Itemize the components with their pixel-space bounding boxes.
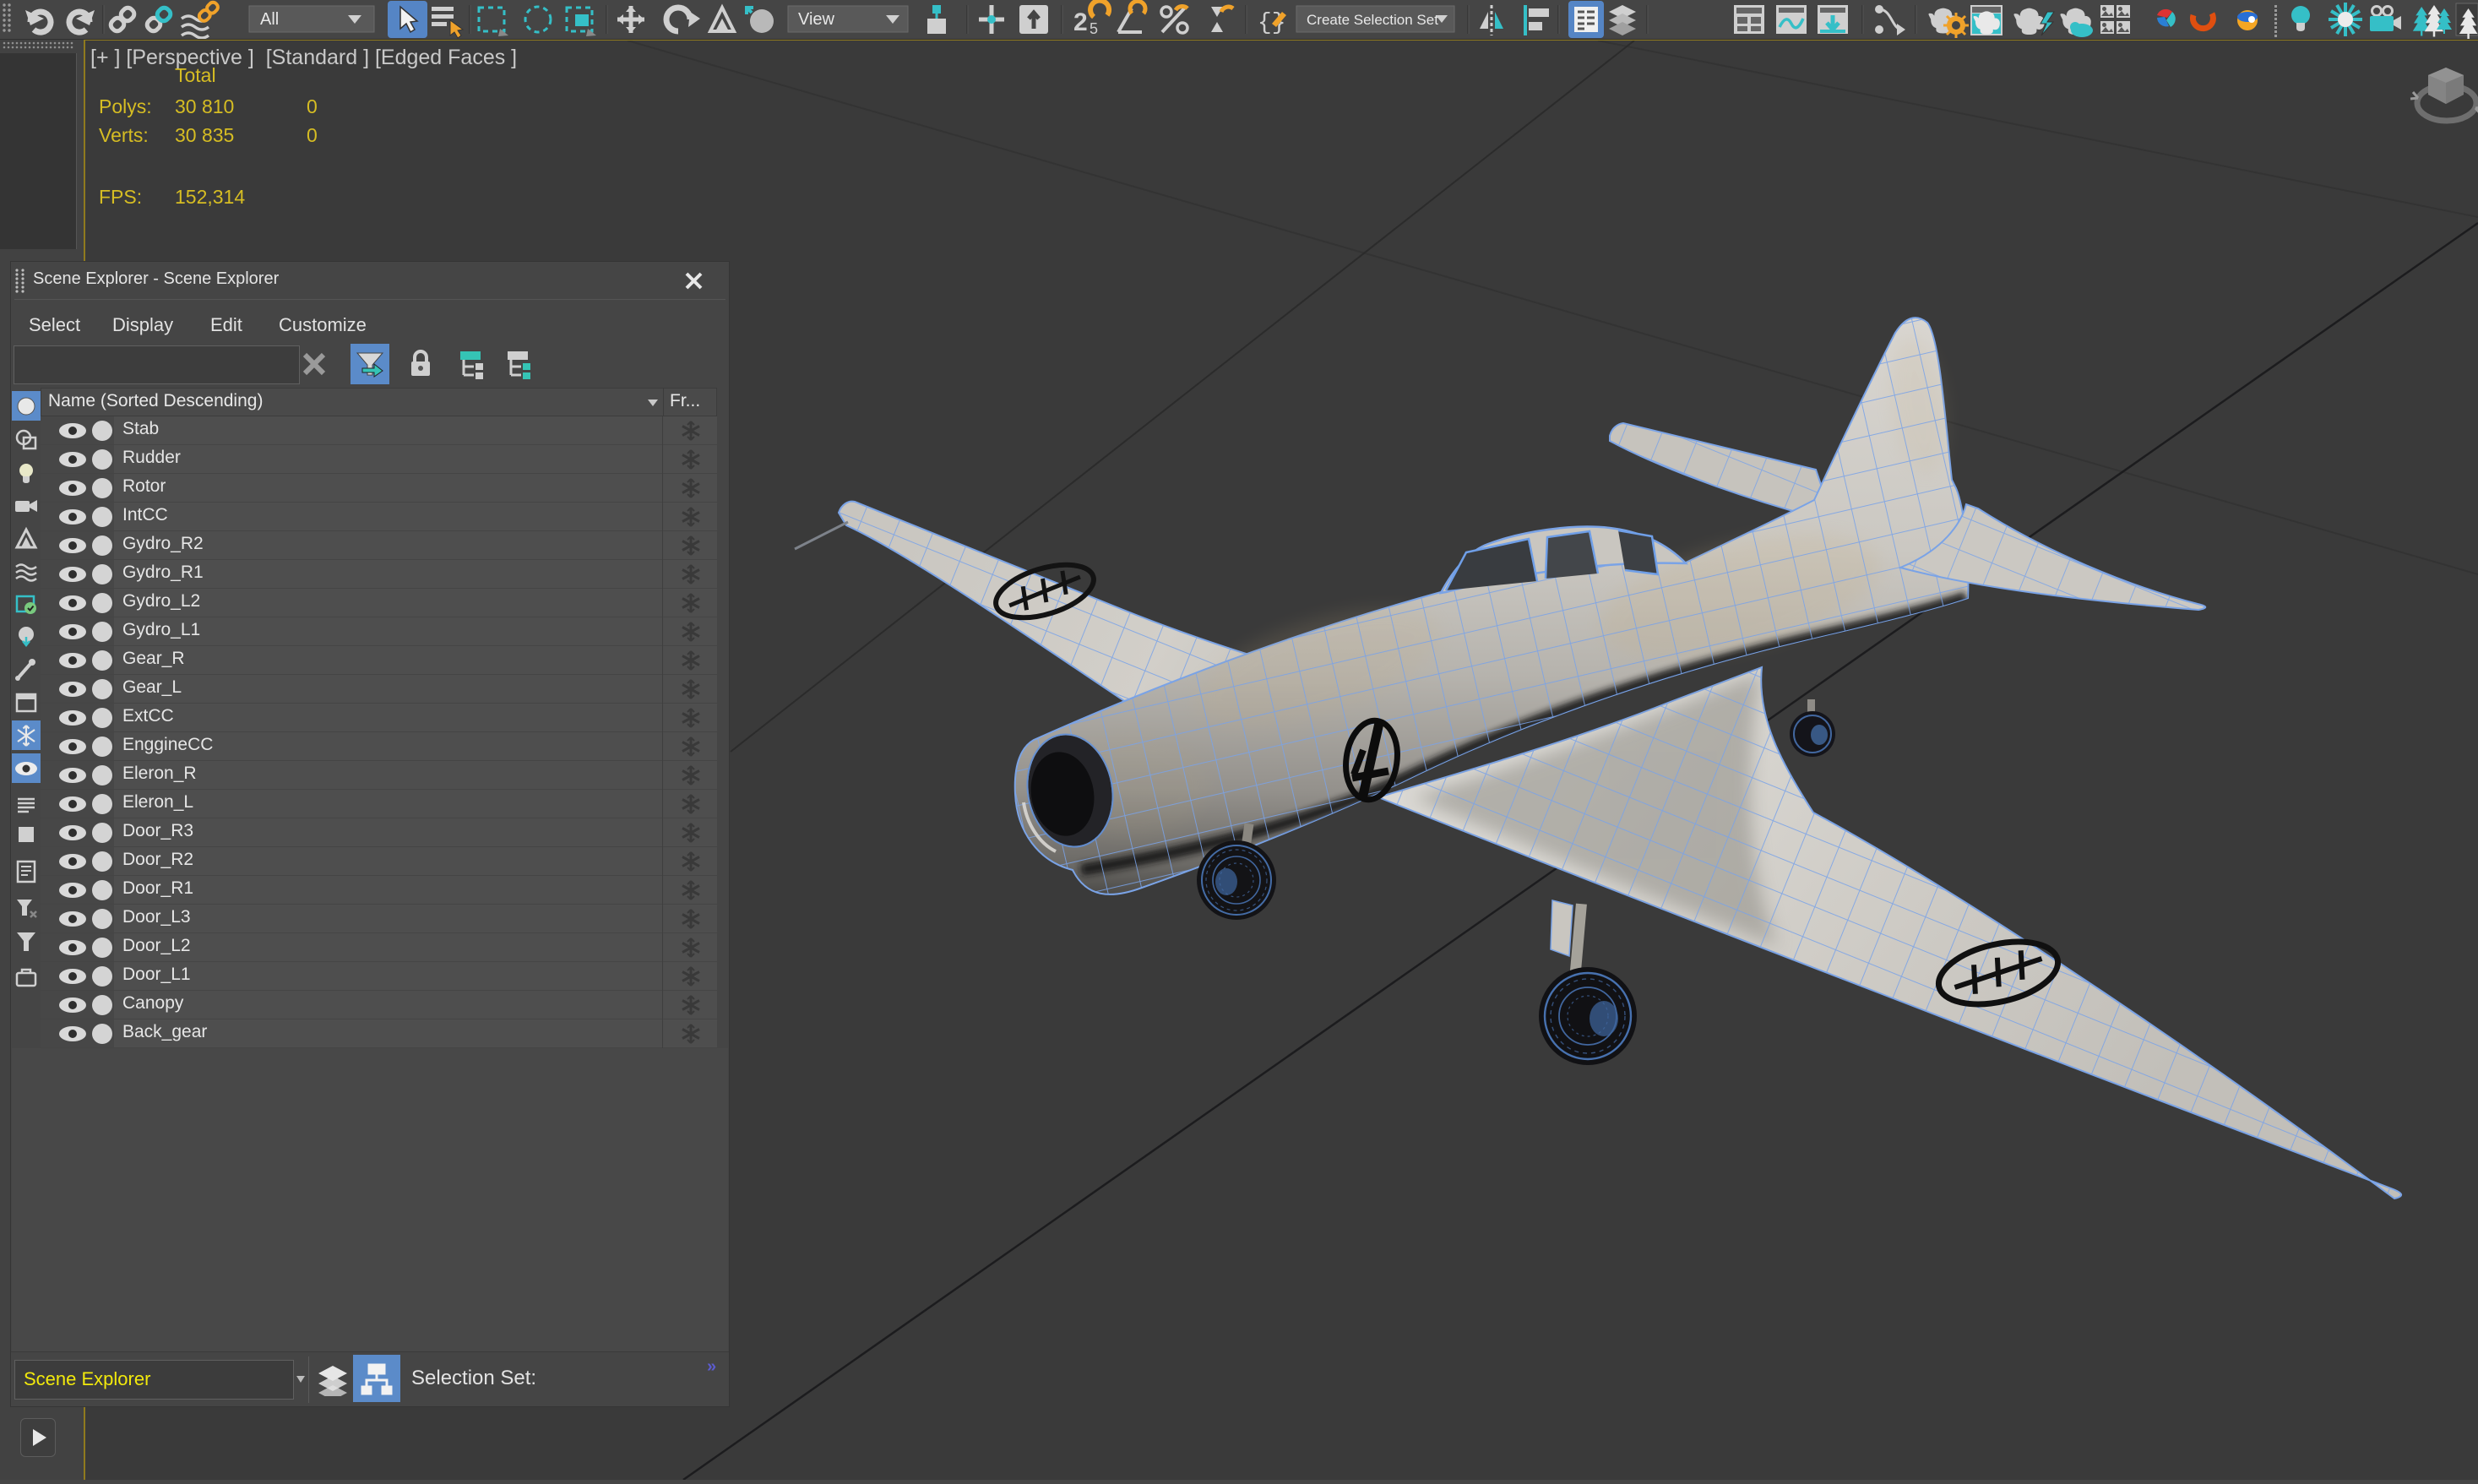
svg-text:Create Selection Set: Create Selection Set	[1307, 12, 1438, 28]
svg-text:2: 2	[1073, 8, 1088, 36]
svg-text:5: 5	[1090, 20, 1098, 37]
svg-text:View: View	[798, 10, 835, 29]
svg-text:All: All	[260, 10, 279, 29]
